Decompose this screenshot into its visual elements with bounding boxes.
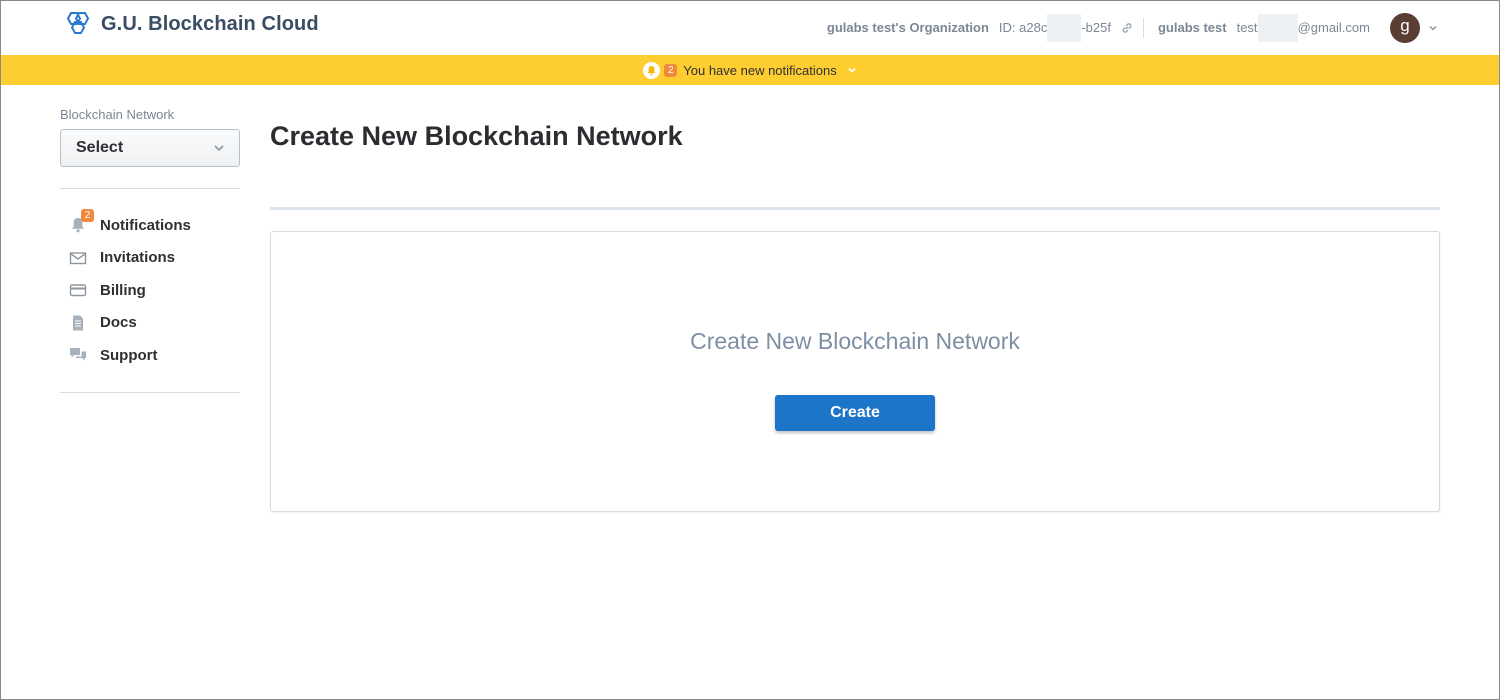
network-select-value: Select: [76, 139, 124, 156]
notification-banner[interactable]: 2 You have new notifications: [0, 55, 1500, 85]
header-account-area: gulabs test's Organization ID: a28c -b25…: [827, 0, 1438, 55]
user-email-suffix: @gmail.com: [1297, 20, 1370, 35]
user-email-prefix: test: [1236, 20, 1258, 35]
chat-icon: [69, 346, 87, 364]
notification-count-badge: 2: [81, 209, 94, 223]
chevron-down-icon: [214, 145, 224, 152]
page-title: Create New Blockchain Network: [270, 121, 683, 151]
redacted-block: [1047, 13, 1082, 42]
brand[interactable]: G.U. Blockchain Cloud: [63, 11, 319, 37]
create-network-card: Create New Blockchain Network Create: [270, 231, 1440, 512]
avatar[interactable]: g: [1390, 12, 1420, 43]
create-button[interactable]: Create: [775, 395, 935, 431]
chevron-down-icon[interactable]: [847, 65, 857, 75]
sidebar-divider: [60, 188, 240, 189]
organization-name[interactable]: gulabs test's Organization: [827, 20, 989, 35]
credit-card-icon: [69, 281, 87, 299]
hexagon-logo-icon: [66, 12, 90, 34]
bell-icon: [643, 61, 661, 79]
sidebar-item-label: Notifications: [100, 216, 191, 234]
top-header: G.U. Blockchain Cloud gulabs test's Orga…: [0, 0, 1500, 55]
sidebar-item-invitations[interactable]: Invitations: [60, 242, 240, 275]
sidebar-nav: 2 Notifications Invitations Billing Docs…: [60, 209, 240, 372]
sidebar-divider: [60, 391, 240, 393]
sidebar-item-label: Invitations: [100, 249, 176, 267]
sidebar-item-docs[interactable]: Docs: [60, 307, 240, 340]
notification-count-badge: 2: [664, 63, 678, 77]
envelope-icon: [69, 249, 87, 267]
sidebar-item-label: Support: [100, 346, 158, 364]
sidebar-item-label: Billing: [100, 281, 146, 299]
sidebar-item-billing[interactable]: Billing: [60, 274, 240, 307]
document-icon: [69, 314, 87, 332]
sidebar-item-support[interactable]: Support: [60, 339, 240, 372]
bell-icon: 2: [69, 209, 94, 234]
sidebar: Blockchain Network Select 2 Notification…: [60, 106, 240, 393]
card-title: Create New Blockchain Network: [690, 328, 1020, 354]
organization-id-prefix: ID: a28c: [998, 20, 1048, 35]
title-divider: [270, 207, 1440, 210]
chevron-down-icon[interactable]: [1428, 23, 1438, 33]
sidebar-item-label: Docs: [100, 314, 137, 332]
header-divider: [1142, 17, 1144, 38]
blockchain-network-label: Blockchain Network: [60, 107, 175, 122]
user-name: gulabs test: [1157, 20, 1227, 35]
organization-id: ID: a28c -b25f: [998, 13, 1133, 42]
network-select[interactable]: Select: [60, 129, 240, 167]
sidebar-item-notifications[interactable]: 2 Notifications: [60, 209, 240, 242]
brand-name: G.U. Blockchain Cloud: [101, 12, 319, 35]
copy-link-icon[interactable]: [1121, 22, 1133, 34]
redacted-block: [1257, 13, 1298, 42]
notification-message[interactable]: You have new notifications: [683, 63, 836, 78]
user-email: test @gmail.com: [1236, 13, 1370, 42]
organization-id-suffix: -b25f: [1081, 20, 1111, 35]
